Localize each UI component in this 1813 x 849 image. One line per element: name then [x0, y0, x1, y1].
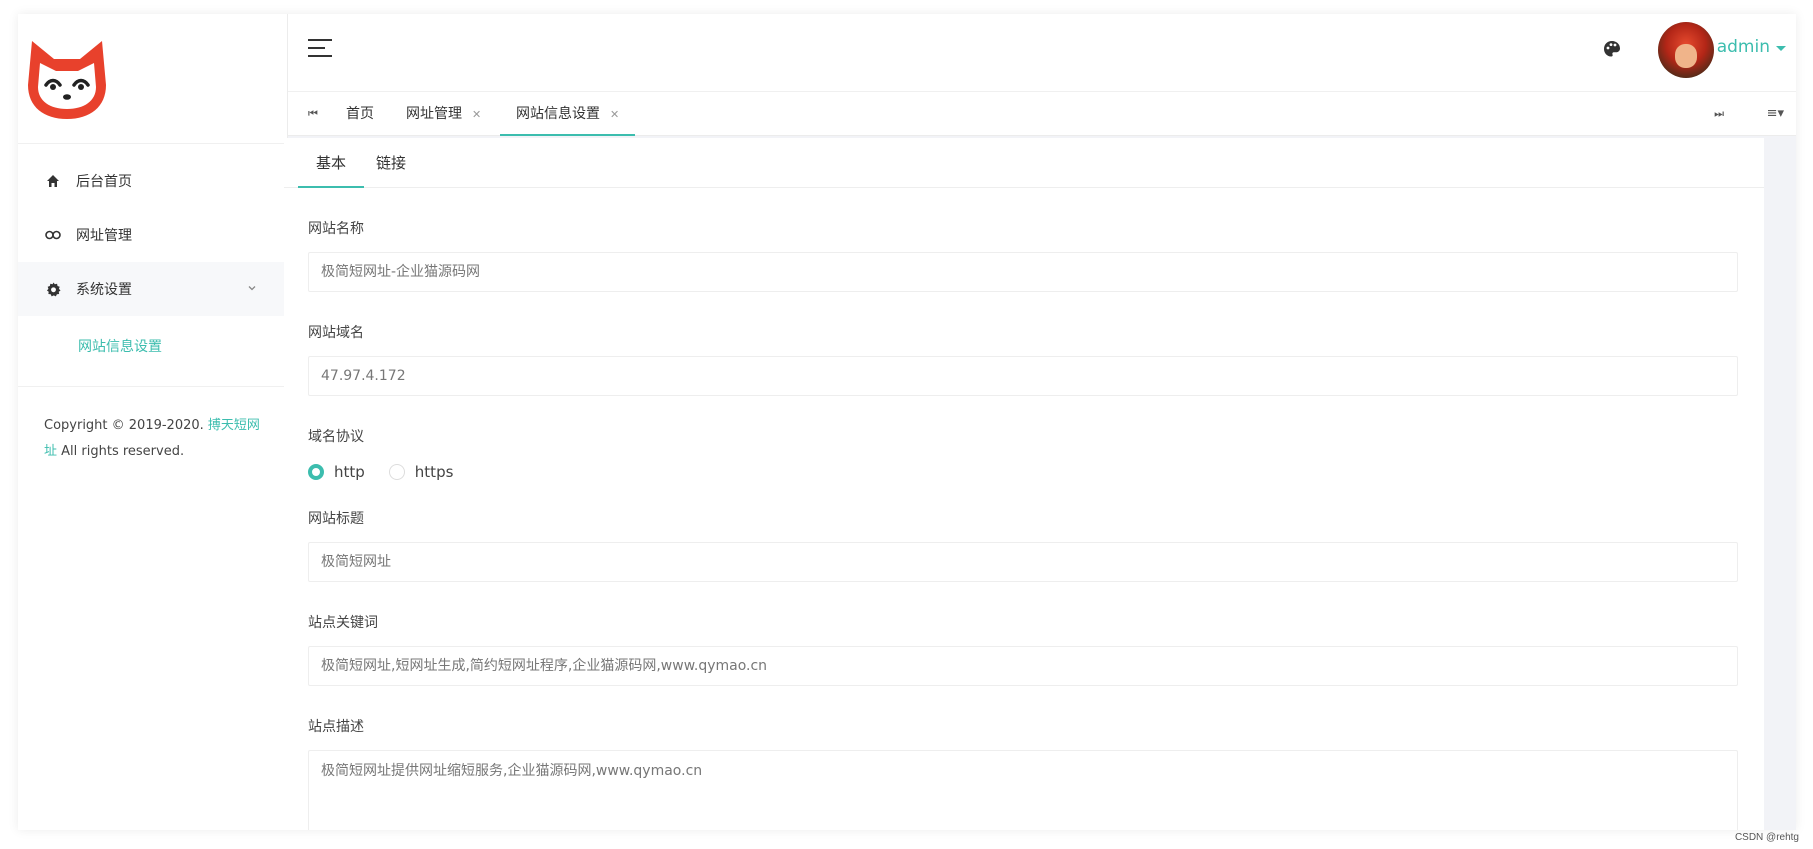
settings-card: 基本 链接 网站名称 极简短网址-企业猫源码网 网站域名 47.97.4.172…: [284, 138, 1764, 830]
tab-label: 网站信息设置: [516, 106, 600, 122]
settings-tabs: 基本 链接: [284, 138, 1764, 188]
sidebar-item-system-settings[interactable]: 系统设置: [18, 262, 287, 316]
sidebar-menu: 后台首页 网址管理 系统设置 网站信息设置: [18, 144, 287, 376]
sidebar: 后台首页 网址管理 系统设置 网站信息设置 Copyright © 2019-2…: [18, 14, 288, 830]
keywords-input[interactable]: 极简短网址,短网址生成,简约短网址程序,企业猫源码网,www.qymao.cn: [308, 646, 1738, 686]
home-icon: [44, 172, 62, 190]
protocol-radio-group: http https: [308, 460, 1764, 484]
user-caret-icon[interactable]: [1776, 46, 1786, 51]
sidebar-subitem-site-info[interactable]: 网站信息设置: [18, 316, 287, 376]
tab-label: 链接: [376, 154, 407, 172]
tab-site-info[interactable]: 网站信息设置 ✕: [500, 92, 636, 136]
site-name-input[interactable]: 极简短网址-企业猫源码网: [308, 252, 1738, 292]
tab-links[interactable]: 链接: [358, 138, 424, 188]
copyright-suffix: All rights reserved.: [61, 444, 185, 459]
tab-basic[interactable]: 基本: [298, 138, 365, 188]
chevron-down-icon: [248, 286, 256, 291]
sidebar-item-url-management[interactable]: 网址管理: [18, 208, 287, 262]
description-label: 站点描述: [308, 719, 364, 735]
radio-https-label[interactable]: https: [415, 463, 454, 481]
page-tabs-bar: ⏮ 首页 网址管理 ✕ 网站信息设置 ✕ ⏭ ≡▾: [288, 92, 1796, 136]
description-textarea[interactable]: 极简短网址提供网址缩短服务,企业猫源码网,www.qymao.cn: [308, 750, 1738, 830]
radio-http-label[interactable]: http: [334, 463, 365, 481]
site-name-label: 网站名称: [308, 221, 364, 237]
site-title-input[interactable]: 极简短网址: [308, 542, 1738, 582]
sidebar-subitem-label: 网站信息设置: [78, 339, 162, 355]
app-window: 后台首页 网址管理 系统设置 网站信息设置 Copyright © 2019-2…: [18, 14, 1796, 830]
sidebar-item-label: 系统设置: [76, 282, 132, 298]
site-title-label: 网站标题: [308, 511, 364, 527]
sidebar-item-label: 网址管理: [76, 228, 132, 244]
tabs-menu-icon[interactable]: ≡▾: [1767, 106, 1784, 121]
copyright-prefix: Copyright © 2019-2020.: [44, 418, 204, 433]
protocol-label: 域名协议: [308, 429, 364, 445]
sidebar-item-dashboard[interactable]: 后台首页: [18, 154, 287, 208]
tab-url-management[interactable]: 网址管理 ✕: [406, 92, 481, 136]
tab-label: 网址管理: [406, 106, 462, 122]
tab-label: 基本: [316, 154, 347, 172]
avatar[interactable]: [1658, 22, 1714, 78]
radio-https[interactable]: [388, 464, 405, 480]
palette-icon[interactable]: [1602, 39, 1622, 59]
sidebar-item-label: 后台首页: [76, 174, 132, 190]
domain-input[interactable]: 47.97.4.172: [308, 356, 1738, 396]
close-icon[interactable]: ✕: [472, 108, 481, 121]
keywords-label: 站点关键词: [308, 615, 378, 631]
logo-area: [18, 14, 287, 144]
site-info-form: 网站名称 极简短网址-企业猫源码网 网站域名 47.97.4.172 域名协议 …: [284, 188, 1764, 830]
copyright: Copyright © 2019-2020. 搏天短网址 All rights …: [18, 387, 287, 465]
menu-toggle-icon[interactable]: [308, 39, 332, 59]
tab-label: 首页: [346, 106, 374, 122]
tabs-scroll-left-icon[interactable]: ⏮: [308, 107, 318, 121]
tab-home[interactable]: 首页: [346, 92, 374, 136]
radio-http[interactable]: [308, 464, 324, 480]
cat-logo: [28, 40, 106, 119]
gear-icon: [44, 280, 62, 298]
close-icon[interactable]: ✕: [610, 108, 619, 121]
watermark: CSDN @rehtg: [1734, 832, 1799, 843]
link-icon: [44, 226, 62, 244]
top-header: admin: [288, 14, 1796, 92]
username[interactable]: admin: [1717, 37, 1770, 57]
tabs-scroll-right-icon[interactable]: ⏭: [1714, 107, 1724, 121]
domain-label: 网站域名: [308, 325, 364, 341]
